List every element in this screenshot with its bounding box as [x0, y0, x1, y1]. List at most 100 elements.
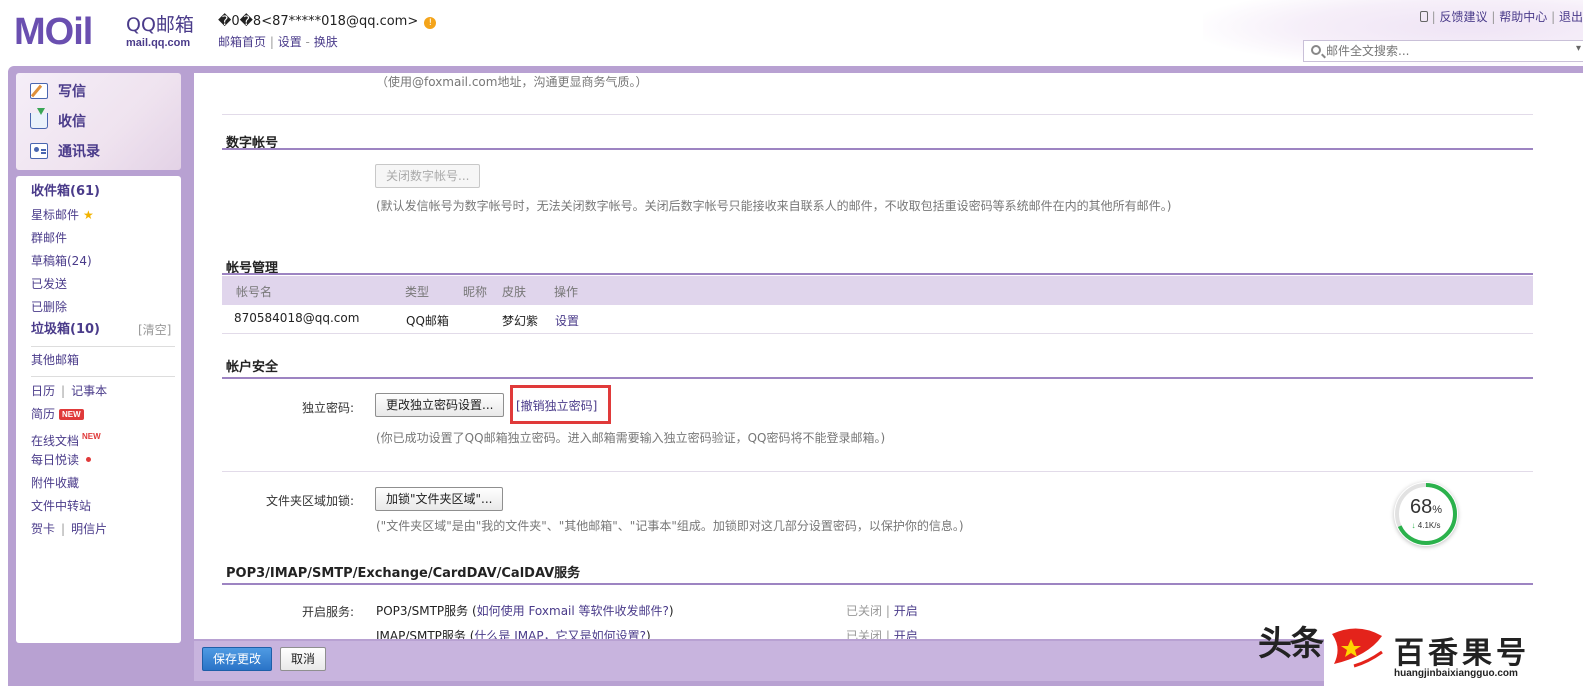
settings-content: （使用@foxmail.com地址，沟通更显商务气质。） 数字帐号 关闭数字帐号…	[194, 73, 1583, 639]
pop3-enable-link[interactable]: 开启	[894, 604, 918, 618]
product-domain: mail.qq.com	[126, 36, 191, 49]
brand-name: 百香果号	[1394, 636, 1530, 671]
warning-icon[interactable]: !	[424, 17, 437, 29]
column-header-skin: 皮肤	[502, 285, 527, 299]
search-box: ▾	[1303, 40, 1583, 62]
calendar-link[interactable]: 日历	[31, 384, 55, 398]
service-pop3-state: 已关闭 | 开启	[846, 604, 918, 618]
pop3-help-link[interactable]: 如何使用 Foxmail 等软件收发邮件?	[477, 604, 669, 618]
new-badge: NEW	[59, 409, 84, 420]
notes-link[interactable]: 记事本	[71, 384, 107, 398]
sidebar-item-daily-reading[interactable]: 每日悦读	[31, 451, 92, 469]
sidebar-item-file-transfer[interactable]: 文件中转站	[31, 497, 91, 515]
folder-lock-hint: ("文件夹区域"是由"我的文件夹"、"其他邮箱"、"记事本"组成。加锁即对这几部…	[376, 519, 964, 533]
account-name: 870584018@qq.com	[234, 311, 360, 325]
imap-enable-link[interactable]: 开启	[894, 629, 918, 639]
mobile-icon[interactable]	[1419, 11, 1428, 22]
contacts-button[interactable]: 通讯录	[30, 140, 100, 162]
sidebar-item-sent[interactable]: 已发送	[31, 275, 67, 293]
greeting-cards-link[interactable]: 贺卡	[31, 522, 55, 536]
user-email: �0�8<87*****018@qq.com>!	[218, 14, 437, 29]
independent-password-label: 独立密码:	[301, 401, 354, 415]
sidebar-item-other-mailboxes[interactable]: 其他邮箱	[31, 351, 79, 369]
folder-lock-label: 文件夹区域加锁:	[265, 494, 354, 508]
watermark: 头条 百香果号 huangjinbaixiangguo.com	[1258, 614, 1583, 686]
sidebar-divider	[31, 376, 175, 377]
receive-icon	[30, 108, 48, 129]
save-changes-button[interactable]: 保存更改	[202, 647, 273, 671]
settings-link[interactable]: 设置	[278, 35, 302, 49]
gauge-percent: 68%	[1409, 496, 1443, 518]
compose-icon	[30, 83, 48, 99]
lock-folder-area-button[interactable]: 加锁"文件夹区域"...	[375, 487, 504, 511]
sidebar-item-calendar-notes: 日历 | 记事本	[31, 384, 108, 398]
column-header-type: 类型	[405, 285, 430, 299]
section-title-account-security: 帐户安全	[226, 360, 279, 375]
new-badge: NEW	[82, 432, 101, 441]
gauge-speed: ↓ 4.1K/s	[1411, 521, 1441, 530]
sidebar-item-resume[interactable]: 简历 NEW	[31, 405, 84, 423]
postcard-link[interactable]: 明信片	[71, 522, 107, 536]
revoke-password-link[interactable]: [撤销独立密码]	[516, 397, 597, 414]
sidebar-item-cards: 贺卡 | 明信片	[31, 522, 108, 536]
column-header-nickname: 昵称	[463, 285, 488, 299]
user-links: 邮箱首页 | 设置 - 换肤	[218, 35, 338, 49]
sidebar-item-deleted[interactable]: 已删除	[31, 298, 67, 316]
section-divider	[222, 148, 1533, 150]
account-settings-link[interactable]: 设置	[555, 312, 579, 329]
password-hint: (你已成功设置了QQ邮箱独立密码。进入邮箱需要输入独立密码验证，QQ密码将不能登…	[376, 431, 886, 445]
service-imap-state: 已关闭 | 开启	[846, 627, 918, 639]
compose-button[interactable]: 写信	[30, 80, 86, 102]
product-name: QQ邮箱	[126, 14, 194, 36]
clear-junk-link[interactable]: [清空]	[138, 321, 171, 338]
change-skin-link[interactable]: 换肤	[314, 35, 338, 49]
service-imap: IMAP/SMTP服务 (什么是 IMAP，它又是如何设置?)	[376, 627, 651, 639]
sidebar-item-attachments[interactable]: 附件收藏	[31, 474, 79, 492]
account-skin: 梦幻紫	[502, 314, 539, 328]
column-header-action: 操作	[554, 285, 579, 299]
close-digital-account-button[interactable]: 关闭数字帐号...	[375, 164, 481, 188]
chevron-down-icon[interactable]: ▾	[1576, 43, 1581, 54]
digital-account-hint: (默认发信帐号为数字帐号时，无法关闭数字帐号。关闭后数字帐号只能接收来自联系人的…	[376, 199, 1172, 213]
divider	[222, 471, 1533, 472]
section-divider	[222, 377, 1533, 379]
section-title-services: POP3/IMAP/SMTP/Exchange/CardDAV/CalDAV服务	[226, 566, 581, 581]
divider	[222, 333, 1533, 334]
sidebar-item-online-docs[interactable]: 在线文档 NEW	[31, 428, 101, 448]
qqmail-logo[interactable]: MOil	[14, 12, 124, 52]
column-header-account: 帐号名	[236, 285, 273, 299]
section-divider	[222, 273, 1533, 275]
brand-url: huangjinbaixiangguo.com	[1394, 668, 1518, 679]
brand-watermark: 百香果号 huangjinbaixiangguo.com	[1324, 622, 1583, 686]
service-pop3: POP3/SMTP服务 (如何使用 Foxmail 等软件收发邮件?)	[376, 604, 674, 618]
sidebar-folders: 收件箱(61) 星标邮件 ★ 群邮件 草稿箱(24) 已发送 已删除 垃圾箱(10…	[16, 176, 181, 643]
section-divider	[222, 583, 1533, 585]
logout-link[interactable]: 退出	[1559, 10, 1583, 24]
star-icon: ★	[83, 208, 94, 222]
cancel-button[interactable]: 取消	[280, 647, 327, 671]
imap-help-link[interactable]: 什么是 IMAP，它又是如何设置?	[474, 629, 646, 639]
feedback-link[interactable]: 反馈建议	[1440, 10, 1488, 24]
search-input[interactable]	[1326, 43, 1566, 59]
brand-logo-icon	[1332, 628, 1383, 668]
receive-button[interactable]: 收信	[30, 108, 86, 132]
change-password-settings-button[interactable]: 更改独立密码设置...	[375, 393, 505, 417]
sidebar-item-junk[interactable]: 垃圾箱(10)	[31, 321, 100, 339]
sidebar-item-inbox[interactable]: 收件箱(61)	[31, 183, 100, 201]
network-speed-gauge[interactable]: 68% ↓ 4.1K/s	[1394, 482, 1458, 546]
help-center-link[interactable]: 帮助中心	[1499, 10, 1547, 24]
foxmail-hint: （使用@foxmail.com地址，沟通更显商务气质。）	[376, 75, 648, 89]
account-type: QQ邮箱	[406, 314, 449, 328]
sidebar-item-starred[interactable]: 星标邮件 ★	[31, 206, 94, 224]
mailbox-home-link[interactable]: 邮箱首页	[218, 35, 266, 49]
sidebar-item-group[interactable]: 群邮件	[31, 229, 67, 247]
download-arrow-icon: ↓	[1411, 521, 1416, 530]
sidebar-quick-actions: 写信 收信 通讯录	[16, 73, 181, 170]
sidebar-divider	[31, 346, 175, 347]
account-table-header: 帐号名 类型 昵称 皮肤 操作	[222, 276, 1533, 305]
toutiao-watermark: 头条	[1258, 624, 1324, 664]
divider	[222, 114, 1533, 115]
sidebar-item-drafts[interactable]: 草稿箱(24)	[31, 252, 92, 270]
header: MOil QQ邮箱 mail.qq.com �0�8<87*****018@qq…	[0, 0, 1583, 68]
search-icon	[1311, 45, 1321, 55]
